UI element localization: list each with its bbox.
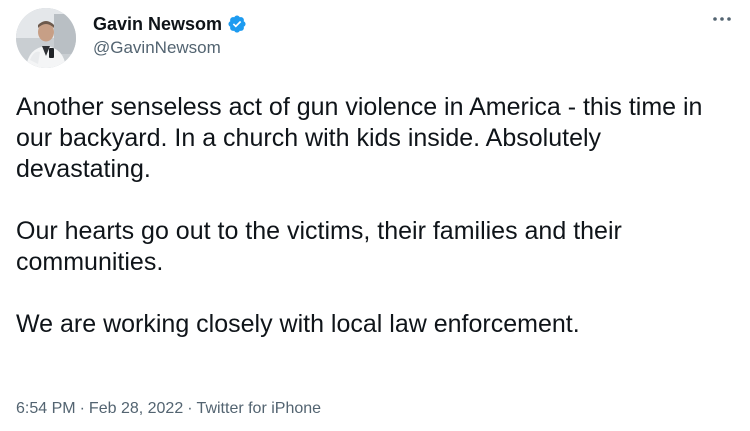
more-button[interactable] bbox=[708, 9, 736, 29]
timestamp-time[interactable]: 6:54 PM bbox=[16, 400, 76, 417]
tweet-paragraph: Another senseless act of gun violence in… bbox=[16, 93, 703, 183]
tweet-metadata: 6:54 PM · Feb 28, 2022 · Twitter for iPhone bbox=[16, 400, 321, 418]
tweet-paragraph: We are working closely with local law en… bbox=[16, 310, 580, 338]
tweet-paragraph: Our hearts go out to the victims, their … bbox=[16, 217, 622, 276]
display-name[interactable]: Gavin Newsom bbox=[93, 14, 222, 35]
more-horizontal-icon bbox=[713, 17, 731, 21]
tweet-source[interactable]: Twitter for iPhone bbox=[197, 400, 322, 417]
tweet-text: Another senseless act of gun violence in… bbox=[16, 92, 741, 340]
avatar[interactable] bbox=[16, 8, 76, 68]
separator: · bbox=[79, 400, 85, 417]
profile-photo bbox=[16, 8, 76, 68]
name-row: Gavin Newsom bbox=[93, 12, 247, 36]
handle[interactable]: @GavinNewsom bbox=[93, 38, 247, 58]
verified-badge-icon bbox=[227, 14, 247, 34]
separator: · bbox=[187, 400, 193, 417]
timestamp-date[interactable]: Feb 28, 2022 bbox=[89, 400, 183, 417]
tweet-card: Gavin Newsom @GavinNewsom Another sensel… bbox=[0, 0, 750, 431]
user-info[interactable]: Gavin Newsom @GavinNewsom bbox=[93, 12, 247, 58]
